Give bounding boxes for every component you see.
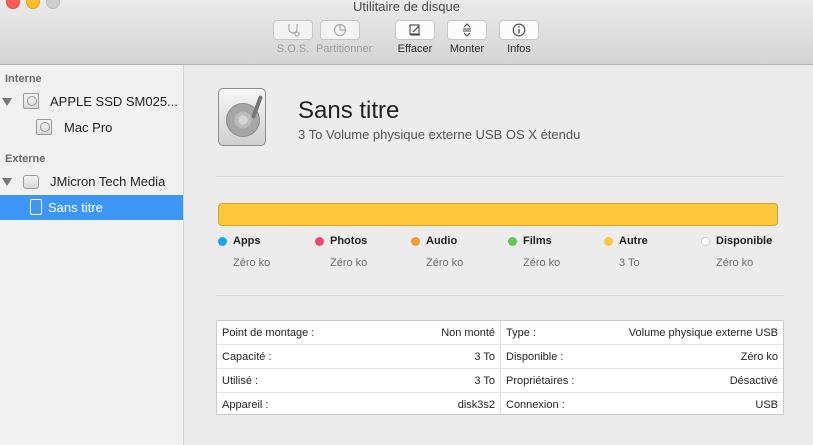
info-label: Infos xyxy=(507,43,531,55)
disclosure-triangle-icon[interactable] xyxy=(2,178,12,186)
erase-button[interactable]: Effacer xyxy=(391,20,439,55)
volume-info-table: Point de montage : Non monté Capacité : … xyxy=(216,320,784,415)
info-key: Utilisé : xyxy=(222,375,259,387)
mount-button[interactable]: Monter xyxy=(443,20,491,55)
legend-value: Zéro ko xyxy=(330,257,368,269)
divider xyxy=(216,295,784,296)
mount-icon xyxy=(463,23,471,37)
sidebar-item-apple-ssd[interactable]: APPLE SSD SM025... xyxy=(0,89,183,114)
legend-dot xyxy=(604,237,613,246)
external-volume-icon xyxy=(30,199,42,215)
legend-value: Zéro ko xyxy=(233,257,271,269)
erase-label: Effacer xyxy=(397,43,433,55)
partition-label: Partitionner xyxy=(316,43,373,55)
info-value: Zéro ko xyxy=(740,351,778,363)
info-row-available: Disponible : Zéro ko xyxy=(501,345,783,369)
legend-name: Autre xyxy=(619,235,648,247)
info-key: Propriétaires : xyxy=(506,375,575,387)
sidebar-item-label: Mac Pro xyxy=(64,120,113,135)
info-key: Point de montage : xyxy=(222,327,315,339)
legend-dot xyxy=(315,237,324,246)
legend-name: Photos xyxy=(330,235,368,247)
sidebar-section-internal: Interne xyxy=(5,73,42,85)
info-value: disk3s2 xyxy=(457,399,495,411)
info-value: Volume physique externe USB xyxy=(628,327,778,339)
info-icon xyxy=(512,23,526,37)
info-button[interactable]: Infos xyxy=(495,20,543,55)
legend-dot xyxy=(218,237,227,246)
legend-value: 3 To xyxy=(619,257,640,269)
info-row-connection: Connexion : USB xyxy=(501,393,783,417)
sos-label: S.O.S. xyxy=(276,43,310,55)
info-row-mount-point: Point de montage : Non monté xyxy=(217,321,500,345)
legend-name: Audio xyxy=(426,235,458,247)
info-key: Capacité : xyxy=(222,351,272,363)
legend-dot xyxy=(701,237,710,246)
info-row-owners: Propriétaires : Désactivé xyxy=(501,369,783,393)
internal-volume-icon xyxy=(36,119,52,135)
info-row-capacity: Capacité : 3 To xyxy=(217,345,500,369)
stethoscope-icon xyxy=(288,24,300,37)
info-row-type: Type : Volume physique externe USB xyxy=(501,321,783,345)
sidebar-item-label: JMicron Tech Media xyxy=(50,174,166,189)
mount-label: Monter xyxy=(449,43,485,55)
internal-disk-icon xyxy=(23,93,39,109)
disclosure-triangle-icon[interactable] xyxy=(2,98,12,106)
partition-button[interactable]: Partitionner xyxy=(316,20,373,55)
info-key: Disponible : xyxy=(506,351,564,363)
info-value: Désactivé xyxy=(729,375,778,387)
volume-title: Sans titre xyxy=(298,97,400,124)
erase-icon xyxy=(409,24,420,36)
info-key: Appareil : xyxy=(222,399,269,411)
info-value: USB xyxy=(755,399,778,411)
info-key: Type : xyxy=(506,327,536,339)
window-titlebar: Utilitaire de disque S.O.S. Partitionner… xyxy=(0,0,813,65)
info-value: 3 To xyxy=(474,351,495,363)
pie-chart-icon xyxy=(333,23,347,37)
sidebar-item-sans-titre[interactable]: Sans titre xyxy=(0,195,183,220)
sidebar: Interne APPLE SSD SM025... Mac Pro Exter… xyxy=(0,65,184,445)
main-panel: Sans titre 3 To Volume physique externe … xyxy=(184,65,813,445)
legend-value: Zéro ko xyxy=(426,257,464,269)
info-value: 3 To xyxy=(474,375,495,387)
usage-bar xyxy=(218,203,778,226)
sidebar-item-label: APPLE SSD SM025... xyxy=(50,94,178,109)
legend-value: Zéro ko xyxy=(523,257,561,269)
sidebar-item-label: Sans titre xyxy=(48,200,103,215)
sidebar-item-mac-pro[interactable]: Mac Pro xyxy=(0,115,183,140)
legend-name: Films xyxy=(523,235,552,247)
info-row-used: Utilisé : 3 To xyxy=(217,369,500,393)
sos-button[interactable]: S.O.S. xyxy=(269,20,317,55)
legend-dot xyxy=(508,237,517,246)
volume-disk-icon xyxy=(218,88,266,146)
legend-dot xyxy=(411,237,420,246)
info-row-device: Appareil : disk3s2 xyxy=(217,393,500,417)
legend-value: Zéro ko xyxy=(716,257,754,269)
external-disk-icon xyxy=(23,175,39,189)
info-key: Connexion : xyxy=(506,399,565,411)
sidebar-section-external: Externe xyxy=(5,153,46,165)
sidebar-item-jmicron[interactable]: JMicron Tech Media xyxy=(0,169,183,194)
info-value: Non monté xyxy=(441,327,495,339)
legend-name: Apps xyxy=(233,235,261,247)
legend-name: Disponible xyxy=(716,235,773,247)
volume-description: 3 To Volume physique externe USB OS X ét… xyxy=(298,127,581,142)
divider xyxy=(216,176,784,177)
window-title: Utilitaire de disque xyxy=(353,0,460,14)
